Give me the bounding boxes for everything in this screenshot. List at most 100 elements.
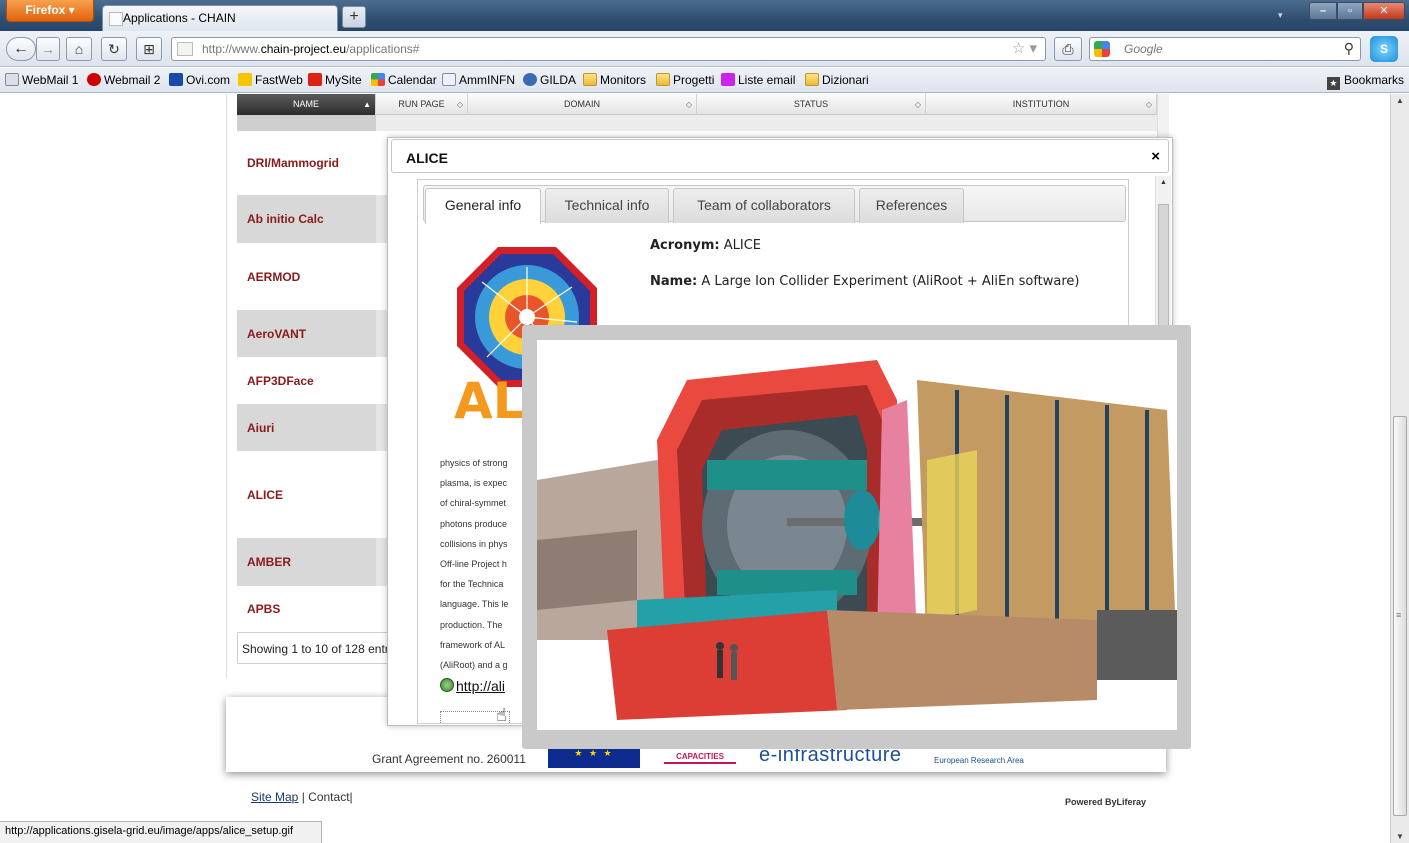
app-name-link[interactable]: Ab initio Calc: [237, 195, 376, 243]
bookmark-gilda[interactable]: GILDA: [523, 73, 576, 87]
search-placeholder: Google: [1124, 42, 1163, 56]
gilda-icon: [523, 73, 537, 86]
scroll-up-icon[interactable]: ▲: [1396, 96, 1404, 105]
column-header-institution[interactable]: INSTITUTION ◇: [926, 94, 1157, 115]
page-favicon-icon: [109, 12, 123, 26]
acronym-field: Acronym: ALICE: [650, 238, 761, 253]
bookmark-webmail-1[interactable]: WebMail 1: [5, 73, 78, 87]
folder-icon: [583, 73, 597, 86]
footer-links: Site Map | Contact|: [251, 790, 353, 804]
bookmark-star-icon[interactable]: ☆ ▾: [1012, 39, 1037, 57]
folder-icon: [805, 73, 819, 86]
column-header-status[interactable]: STATUS ◇: [697, 94, 926, 115]
app-name-link[interactable]: APBS: [237, 586, 376, 632]
navigation-toolbar: ← → ⌂ ↻ ⊞ http://www.chain-project.eu/ap…: [0, 31, 1409, 67]
browser-tab-applications[interactable]: Applications - CHAIN: [102, 5, 338, 31]
app-name-link[interactable]: AeroVANT: [237, 310, 376, 357]
sort-asc-icon: ▲: [363, 100, 371, 109]
image-lightbox[interactable]: [522, 325, 1191, 749]
project-website-link[interactable]: http://ali: [440, 678, 505, 694]
ovi-icon: [169, 73, 183, 86]
bookmark-mysite[interactable]: MySite: [308, 73, 362, 87]
scroll-up-icon[interactable]: ▲: [1160, 179, 1167, 186]
column-header-domain[interactable]: DOMAIN ◇: [468, 94, 697, 115]
footer-separator: |: [301, 790, 305, 804]
bookmark-monitors[interactable]: Monitors: [583, 73, 646, 87]
european-research-area-logo: European Research Area: [934, 756, 1024, 765]
window-close-button[interactable]: ✕: [1363, 2, 1405, 20]
alice-detector-image: [537, 340, 1177, 730]
bookmark-calendar[interactable]: Calendar: [371, 73, 437, 87]
bookmark-progetti[interactable]: Progetti: [656, 73, 714, 87]
footer-separator: |: [349, 790, 353, 804]
grid-info-footer: Showing 1 to 10 of 128 entries: [237, 632, 397, 664]
browser-titlebar: Firefox ▾ Applications - CHAIN + ▾ – ▫ ✕: [0, 0, 1409, 31]
app-name-link[interactable]: ALICE: [237, 451, 376, 538]
tab-team-of-collaborators[interactable]: Team of collaborators: [673, 188, 855, 223]
column-header-run-page[interactable]: RUN PAGE ◇: [376, 94, 468, 115]
details-tab-strip: General info Technical info Team of coll…: [423, 185, 1126, 224]
app-name-link[interactable]: DRI/Mammogrid: [237, 131, 376, 195]
app-name-link[interactable]: Aiuri: [237, 404, 376, 451]
window-maximize-button[interactable]: ▫: [1337, 2, 1363, 20]
search-engine-icon[interactable]: [1094, 41, 1110, 57]
home-icon[interactable]: ⌂: [66, 37, 92, 61]
sort-icon: ◇: [1145, 100, 1152, 109]
bookmark-amminfn[interactable]: AmmINFN: [442, 73, 515, 87]
bookmark-ovi[interactable]: Ovi.com: [169, 73, 230, 87]
bookmarks-toolbar: WebMail 1 Webmail 2 Ovi.com FastWeb MySi…: [0, 68, 1409, 93]
sort-icon: ◇: [456, 100, 463, 109]
site-identity-icon[interactable]: [177, 42, 193, 56]
new-tab-button[interactable]: +: [342, 6, 366, 28]
folder-icon: [656, 73, 670, 86]
capacities-logo: CAPACITIES: [664, 750, 736, 764]
tab-general-info[interactable]: General info: [425, 188, 541, 224]
bookmarks-menu-button[interactable]: ★ Bookmarks: [1326, 73, 1404, 90]
url-bar[interactable]: http://www.chain-project.eu/applications…: [171, 37, 1046, 61]
name-field: Name: A Large Ion Collider Experiment (A…: [650, 274, 1080, 289]
forward-icon[interactable]: →: [36, 37, 60, 61]
skype-icon[interactable]: S: [1370, 36, 1398, 62]
app-name-link[interactable]: AFP3DFace: [237, 357, 376, 404]
bookmarks-star-icon: ★: [1326, 77, 1340, 90]
page-scrollbar[interactable]: ▲ ≡ ▼: [1390, 94, 1409, 843]
list-all-tabs-icon[interactable]: ▾: [1278, 10, 1283, 21]
google-icon: [371, 73, 385, 86]
bookmark-dizionari[interactable]: Dizionari: [805, 73, 869, 87]
site-map-link[interactable]: Site Map: [251, 790, 298, 804]
print-icon[interactable]: ⎙: [1054, 37, 1082, 61]
applications-grid-header: NAME ▲ RUN PAGE ◇ DOMAIN ◇ STATUS ◇ INSTITUT…: [237, 94, 1157, 115]
globe-icon: [440, 678, 454, 692]
firefox-menu-button[interactable]: Firefox ▾: [6, 0, 94, 22]
hand-cursor-icon: ☝: [496, 705, 507, 725]
fastweb-icon: [238, 73, 252, 86]
grant-agreement-text: Grant Agreement no. 260011: [372, 752, 526, 766]
infn-icon: [442, 73, 456, 86]
eu-flag-logo: ★ ★ ★: [548, 747, 640, 768]
app-name-link[interactable]: AMBER: [237, 538, 376, 586]
back-icon[interactable]: ←: [6, 37, 36, 61]
sort-icon: ◇: [914, 100, 921, 109]
powered-by-liferay[interactable]: Powered ByLiferay: [1065, 797, 1146, 807]
search-bar[interactable]: Google ⚲: [1089, 37, 1361, 61]
tab-references[interactable]: References: [859, 188, 964, 223]
tab-title: Applications - CHAIN: [123, 11, 236, 25]
close-icon[interactable]: ×: [1151, 148, 1160, 165]
reload-icon[interactable]: ↻: [101, 37, 127, 61]
contact-link[interactable]: Contact: [308, 790, 349, 804]
scroll-down-icon[interactable]: ▼: [1396, 832, 1404, 841]
scrollbar-grip-icon: ≡: [1396, 610, 1402, 620]
search-icon[interactable]: ⚲: [1344, 40, 1354, 57]
tab-technical-info[interactable]: Technical info: [545, 188, 669, 223]
url-text: http://www.chain-project.eu/applications…: [202, 42, 420, 56]
bookmark-webmail-2[interactable]: Webmail 2: [87, 73, 160, 87]
bookmark-fastweb[interactable]: FastWeb: [238, 73, 303, 87]
tab-groups-icon[interactable]: ⊞: [136, 37, 162, 61]
grid-filter-row: [237, 115, 1157, 131]
browser-status-bar: http://applications.gisela-grid.eu/image…: [0, 821, 322, 843]
sort-icon: ◇: [685, 100, 692, 109]
window-minimize-button[interactable]: –: [1309, 2, 1337, 20]
app-name-link[interactable]: AERMOD: [237, 243, 376, 310]
bookmark-liste-email[interactable]: Liste email: [721, 73, 795, 87]
column-header-name[interactable]: NAME ▲: [237, 94, 376, 115]
